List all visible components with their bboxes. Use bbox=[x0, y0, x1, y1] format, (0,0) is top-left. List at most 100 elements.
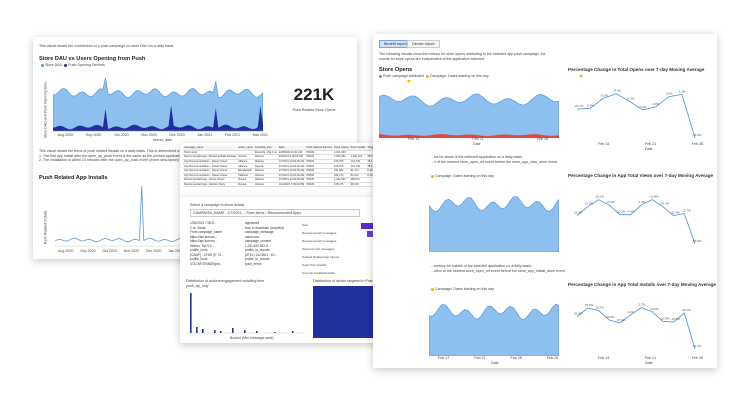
pct-bottom-xticks: Feb 14 Feb 21 Feb 28 bbox=[598, 356, 703, 360]
push-installs-line bbox=[55, 185, 185, 243]
pct-data-label: -80.0% bbox=[692, 239, 702, 243]
app-views-area bbox=[429, 196, 559, 252]
pct-data-label: 40.2% bbox=[606, 315, 615, 319]
dist-bar bbox=[220, 331, 222, 333]
legend-push-opening: Push Opening Devices bbox=[68, 63, 105, 67]
pct-views-chart: 22.5%12.0%13.2%12.0%10.2% 4.4%4.4%-11.8%-… bbox=[574, 195, 702, 245]
campaign-marker bbox=[407, 80, 411, 83]
pct-data-label: -13.0% bbox=[649, 307, 659, 311]
table-cell: Recommended App - Fashion Story bbox=[183, 182, 238, 188]
pct-opens-xticks: Feb 14 Feb 21 Feb 28 bbox=[598, 142, 703, 146]
pct-data-label: 22.5% bbox=[574, 211, 583, 215]
dist-bar bbox=[244, 330, 246, 333]
installs-legend: Campaign: Dates starting on this day bbox=[431, 287, 494, 292]
pct-data-label: 15.4% bbox=[617, 318, 626, 322]
views-legend: Campaign: Dates starting on this day bbox=[431, 174, 494, 179]
pct-data-label: 12.0% bbox=[585, 202, 594, 206]
tab-device-report[interactable]: Device report bbox=[407, 40, 440, 48]
pct-opens-chart: -20.3% 0.9% -0.2% -4.9% -3.3% 2.0% 1.8% 0.0% 1.3… bbox=[574, 75, 702, 139]
pct-installs-chart: 52.4% 18.3%19.7% 40.2%15.4%4.0%5.7% -13.0% -… bbox=[574, 303, 702, 350]
pct-data-label: 19.7% bbox=[595, 305, 604, 309]
pct-opens-title: Percentage Change in Total Opens over 7-… bbox=[568, 67, 705, 72]
table-cell: Russia bbox=[237, 182, 254, 188]
pct-data-label: 4.4% bbox=[628, 210, 635, 214]
store-opens-area bbox=[379, 93, 559, 138]
pct-data-label: -13.7% bbox=[681, 208, 691, 212]
app-installs-chart bbox=[429, 303, 559, 356]
pct-data-label: 13.2% bbox=[595, 195, 604, 199]
store-opens-title: Store Opens bbox=[379, 67, 413, 73]
benefit-report-panel: Benefit report Device report The followi… bbox=[373, 34, 717, 368]
pct-bottom-xlabel: Date bbox=[645, 361, 653, 365]
campaign-select[interactable]: CAMPAIGN_NAME - 1/7/2021 ... Push Items … bbox=[190, 209, 360, 217]
campaign-detail-list: 1/26/2021 7:00:5... appstored 2 on Jonas ho… bbox=[190, 221, 300, 266]
dist-bar bbox=[196, 327, 198, 333]
opens-xlabel: Date bbox=[473, 142, 481, 146]
pct-data-label: -0.2% bbox=[600, 93, 608, 97]
pct-data-label: 0.9% bbox=[587, 103, 594, 107]
dist-bar bbox=[292, 331, 294, 333]
pct-installs-line bbox=[576, 307, 696, 350]
dist-bar bbox=[256, 331, 258, 333]
campaign-table-panel: campaign_name prefer_name schedule_time lab… bbox=[180, 143, 376, 197]
dist-bar bbox=[214, 330, 216, 333]
chart1-xlabel: server_date bbox=[153, 138, 172, 142]
chart1-xticks: Aug 2020 Sep 2020 Oct 2020 Nov 2020 Dec 2020… bbox=[58, 133, 268, 137]
funnel-label: Received push messages bbox=[302, 239, 337, 243]
pct-opens-line bbox=[576, 93, 696, 139]
dist-bar bbox=[190, 293, 192, 333]
funnel-label: Opened push messages bbox=[302, 247, 335, 251]
detail-row: 473CNF47NNDEgm1 push_items bbox=[190, 262, 300, 267]
opens-xticks: Feb 14 Feb 21 Feb 28 bbox=[408, 137, 548, 141]
section2-intro: ...ics for views of the selected applica… bbox=[431, 155, 559, 164]
pct-data-label: -76.3% bbox=[692, 344, 702, 348]
pct-data-label: -20.9% bbox=[660, 316, 670, 320]
funnel-label: Pushed Related App Opens bbox=[302, 255, 340, 259]
pct-data-label: 18.3% bbox=[585, 303, 594, 307]
pct-data-label: 0.0% bbox=[666, 92, 673, 96]
detail-key: 473CNF47NNDEgm1 bbox=[190, 261, 221, 266]
pct-data-label: -3.3% bbox=[626, 96, 634, 100]
pct-data-label: -29.7% bbox=[681, 308, 691, 312]
campaign-marker-2 bbox=[579, 75, 583, 78]
kpi-card: 221K Push Related Store Opens bbox=[279, 85, 349, 113]
table-row[interactable]: Recommended App - Fashion Story Russia All… bbox=[183, 182, 376, 188]
pct-data-label: 4.0% bbox=[628, 310, 635, 314]
pct-opens-xlabel: Date bbox=[645, 147, 653, 151]
installs-line-chart bbox=[55, 185, 185, 247]
pct-data-label: -20.3% bbox=[574, 104, 584, 108]
pct-installs-title: Percentage Change in App Total Installs … bbox=[568, 282, 716, 287]
chart1-ylabel: Store DAU and Push Opening Devi... bbox=[43, 79, 48, 139]
table-cell: ITEMS bbox=[305, 182, 334, 188]
dist-bar-chart bbox=[186, 293, 304, 334]
pct-data-label: 4.4% bbox=[638, 200, 645, 204]
chart2-xticks: Aug 2020 Sep 2020 Oct 2020 Nov 2020 Dec 2020… bbox=[58, 249, 183, 253]
intro-text: This visual shows the contribution of a … bbox=[39, 44, 174, 48]
section3-intro: ...metrics for installs of the selected … bbox=[431, 264, 566, 273]
chart1-title: Store DAU vs Users Opening from Push bbox=[39, 56, 146, 62]
pct-data-label: -14.4% bbox=[660, 202, 670, 206]
pct-data-label: 1.3% bbox=[679, 89, 686, 93]
table-cell: 108,175 bbox=[333, 182, 350, 188]
pct-data-label: -4.9% bbox=[613, 89, 621, 93]
kpi-value: 221K bbox=[293, 85, 335, 104]
app-installs-area bbox=[429, 303, 559, 356]
funnel-label: Sent bbox=[302, 223, 309, 227]
select-label: Select a campaign to show details bbox=[190, 203, 245, 207]
pct-data-label: 52.4% bbox=[574, 312, 583, 316]
pct-views-title: Percentage Change in App Total Views ove… bbox=[568, 173, 714, 178]
dist-title: Distribution of actions/engagement insta… bbox=[186, 279, 265, 283]
bottom-xticks: Feb 17 Feb 21 Feb 25 Feb 28 bbox=[438, 356, 558, 360]
dist-bar bbox=[202, 329, 204, 333]
pct-data-label: 5.7% bbox=[638, 303, 645, 307]
pct-data-label: -18.8% bbox=[671, 317, 681, 321]
pct-data-label: 10.2% bbox=[617, 210, 626, 214]
chart2-ylabel: Push Related Installs bbox=[43, 210, 48, 245]
chart2-title: Push Related App Installs bbox=[39, 175, 108, 181]
funnel-label: Push Only Installs bbox=[302, 263, 327, 267]
pct-data-label: 12.0% bbox=[606, 200, 615, 204]
kpi-label: Push Related Store Opens bbox=[292, 108, 336, 112]
campaign-table: campaign_name prefer_name schedule_time lab… bbox=[183, 146, 376, 188]
pct-views-line bbox=[576, 199, 696, 245]
store-dau-area bbox=[53, 77, 263, 132]
